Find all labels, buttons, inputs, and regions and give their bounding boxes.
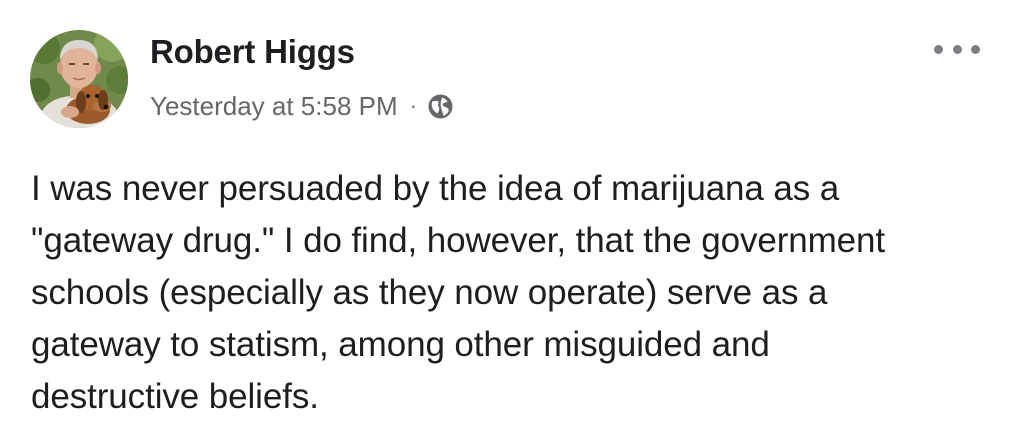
author-avatar[interactable] [30,30,128,128]
post-timestamp[interactable]: Yesterday at 5:58 PM [150,91,398,122]
facebook-post: Robert Higgs Yesterday at 5:58 PM · I wa… [0,0,1024,428]
more-dot [934,44,943,54]
more-options-icon[interactable] [934,36,980,62]
meta-separator: · [409,93,417,118]
post-body-line: "gateway drug." I do find, however, that… [31,221,886,260]
post-body-line: destructive beliefs. [31,377,319,416]
post-body-line: I was never persuaded by the idea of mar… [31,169,840,208]
post-body: I was never persuaded by the idea of mar… [31,163,1006,423]
author-name[interactable]: Robert Higgs [150,33,355,71]
globe-icon[interactable] [427,93,454,120]
avatar-image [30,30,128,128]
post-body-line: schools (especially as they now operate)… [31,273,828,312]
more-dot [952,44,962,54]
more-dot [971,44,980,54]
post-meta: Yesterday at 5:58 PM · [150,88,454,124]
post-body-line: gateway to statism, among other misguide… [31,325,770,364]
